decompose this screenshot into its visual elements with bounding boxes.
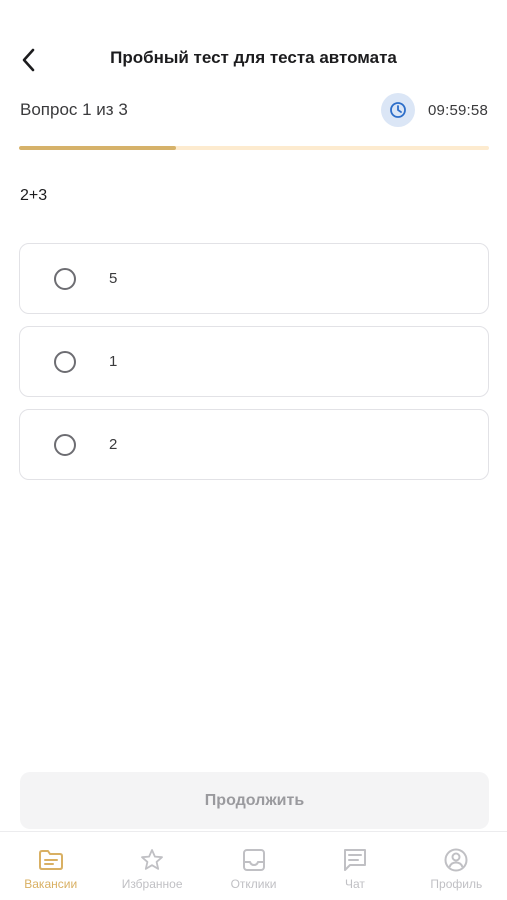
profile-icon <box>442 846 470 874</box>
star-icon <box>138 846 166 874</box>
question-text: 2+3 <box>20 187 48 204</box>
tab-favorites[interactable]: Избранное <box>101 832 202 900</box>
tab-vacancies[interactable]: Вакансии <box>0 832 101 900</box>
answer-option[interactable]: 2 <box>19 409 489 480</box>
timer: 09:59:58 <box>381 93 488 127</box>
back-button[interactable] <box>12 44 44 76</box>
answer-option[interactable]: 5 <box>19 243 489 314</box>
tab-label: Избранное <box>121 877 183 891</box>
chat-icon <box>341 846 369 874</box>
chevron-left-icon <box>22 48 35 72</box>
radio-button[interactable] <box>54 350 76 373</box>
tab-label: Профиль <box>430 877 483 891</box>
tab-chat[interactable]: Чат <box>304 832 405 900</box>
progress-bar-fill <box>19 146 176 150</box>
answer-options: 5 1 2 <box>19 243 489 492</box>
folder-icon <box>37 846 65 874</box>
page-title: Пробный тест для теста автомата <box>110 48 397 67</box>
clock-icon <box>381 93 415 127</box>
answer-option-label: 2 <box>109 436 118 453</box>
bottom-tab-bar: Вакансии Избранное Отклики Чат Профиль <box>0 831 507 900</box>
tab-label: Вакансии <box>24 877 78 891</box>
timer-value: 09:59:58 <box>428 101 488 119</box>
answer-option[interactable]: 1 <box>19 326 489 397</box>
tab-responses[interactable]: Отклики <box>203 832 304 900</box>
progress-info: Вопрос 1 из 3 09:59:58 <box>20 92 488 128</box>
tab-label: Отклики <box>230 877 277 891</box>
header: Пробный тест для теста автомата <box>0 36 507 82</box>
radio-button[interactable] <box>54 267 76 290</box>
tab-label: Чат <box>344 877 365 891</box>
progress-bar <box>19 146 489 150</box>
answer-option-label: 5 <box>109 270 118 287</box>
continue-button[interactable]: Продолжить <box>20 772 489 829</box>
radio-button[interactable] <box>54 433 76 456</box>
question-counter: Вопрос 1 из 3 <box>20 100 128 119</box>
tab-profile[interactable]: Профиль <box>406 832 507 900</box>
inbox-icon <box>240 846 268 874</box>
answer-option-label: 1 <box>109 353 118 370</box>
